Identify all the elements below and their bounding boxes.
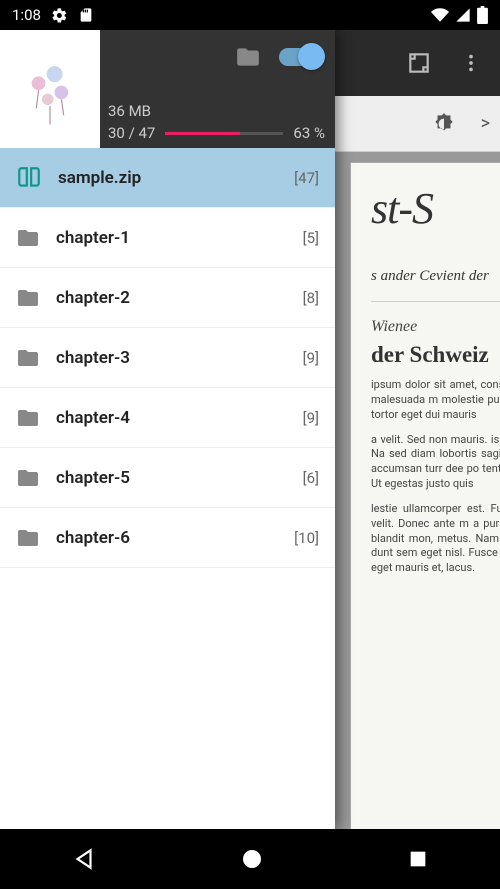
book-icon: [16, 165, 42, 191]
file-count: [8]: [303, 289, 319, 307]
more-icon[interactable]: [460, 52, 482, 74]
home-button[interactable]: [240, 847, 264, 871]
file-row[interactable]: chapter-6 [10]: [0, 508, 335, 568]
folder-icon: [16, 406, 40, 430]
file-count: [5]: [303, 229, 319, 247]
doc-subhead: s ander Cevient der: [371, 268, 500, 285]
file-name: chapter-3: [56, 348, 130, 368]
file-name: chapter-4: [56, 408, 130, 428]
recent-button[interactable]: [407, 848, 429, 870]
progress-text: 30 / 47: [108, 124, 155, 142]
status-time: 1:08: [12, 6, 41, 24]
navigation-drawer: 36 MB 30 / 47 63 % sample.zip [47] chapter…: [0, 30, 335, 829]
brightness-icon[interactable]: [431, 111, 457, 137]
file-row[interactable]: chapter-3 [9]: [0, 328, 335, 388]
file-count: [10]: [294, 529, 319, 547]
file-count: [9]: [303, 349, 319, 367]
progress-bar: [165, 132, 283, 135]
file-row[interactable]: chapter-1 [5]: [0, 208, 335, 268]
folder-icon: [16, 286, 40, 310]
file-name: chapter-2: [56, 288, 130, 308]
document-page: st-S B. Everet s ander Cevient der Wiene…: [350, 162, 500, 829]
back-button[interactable]: [71, 846, 97, 872]
file-row[interactable]: sample.zip [47]: [0, 148, 335, 208]
folder-icon: [16, 526, 40, 550]
doc-para: lestie ullamcorper est. Fusce ingilla ri…: [371, 502, 500, 576]
doc-author2: Wienee: [371, 318, 500, 336]
folder-icon: [16, 466, 40, 490]
doc-title: st-S: [371, 183, 500, 234]
file-name: sample.zip: [58, 168, 141, 188]
navigation-bar: [0, 829, 500, 889]
wifi-icon: [431, 6, 449, 24]
file-name: chapter-1: [56, 228, 130, 248]
file-list[interactable]: sample.zip[47]chapter-1[5]chapter-2[8]ch…: [0, 148, 335, 829]
chevron-right[interactable]: >: [481, 113, 490, 134]
book-thumbnail[interactable]: [0, 30, 100, 148]
sd-card-icon: [78, 7, 94, 23]
file-name: chapter-6: [56, 528, 130, 548]
doc-para: ipsum dolor sit amet, conse ing elit. Pe…: [371, 378, 500, 423]
folder-icon[interactable]: [235, 44, 261, 70]
doc-para: a velit. Sed non mauris. is nisl nisl, c…: [371, 433, 500, 492]
file-count: [47]: [294, 169, 319, 187]
gear-icon: [51, 7, 68, 24]
file-count: [6]: [303, 469, 319, 487]
file-row[interactable]: chapter-5 [6]: [0, 448, 335, 508]
fullscreen-icon[interactable]: [406, 50, 432, 76]
status-bar: 1:08: [0, 0, 500, 30]
battery-icon: [477, 6, 488, 24]
signal-icon: [455, 7, 471, 23]
doc-author: B. Everet: [371, 240, 500, 260]
file-row[interactable]: chapter-4 [9]: [0, 388, 335, 448]
drawer-header: 36 MB 30 / 47 63 %: [0, 30, 335, 148]
folder-icon: [16, 346, 40, 370]
progress-percent: 63 %: [293, 124, 325, 142]
folder-icon: [16, 226, 40, 250]
file-name: chapter-5: [56, 468, 130, 488]
file-row[interactable]: chapter-2 [8]: [0, 268, 335, 328]
file-size: 36 MB: [108, 102, 325, 120]
toggle-switch[interactable]: [279, 48, 321, 66]
doc-title2: der Schweiz: [371, 342, 500, 368]
file-count: [9]: [303, 409, 319, 427]
